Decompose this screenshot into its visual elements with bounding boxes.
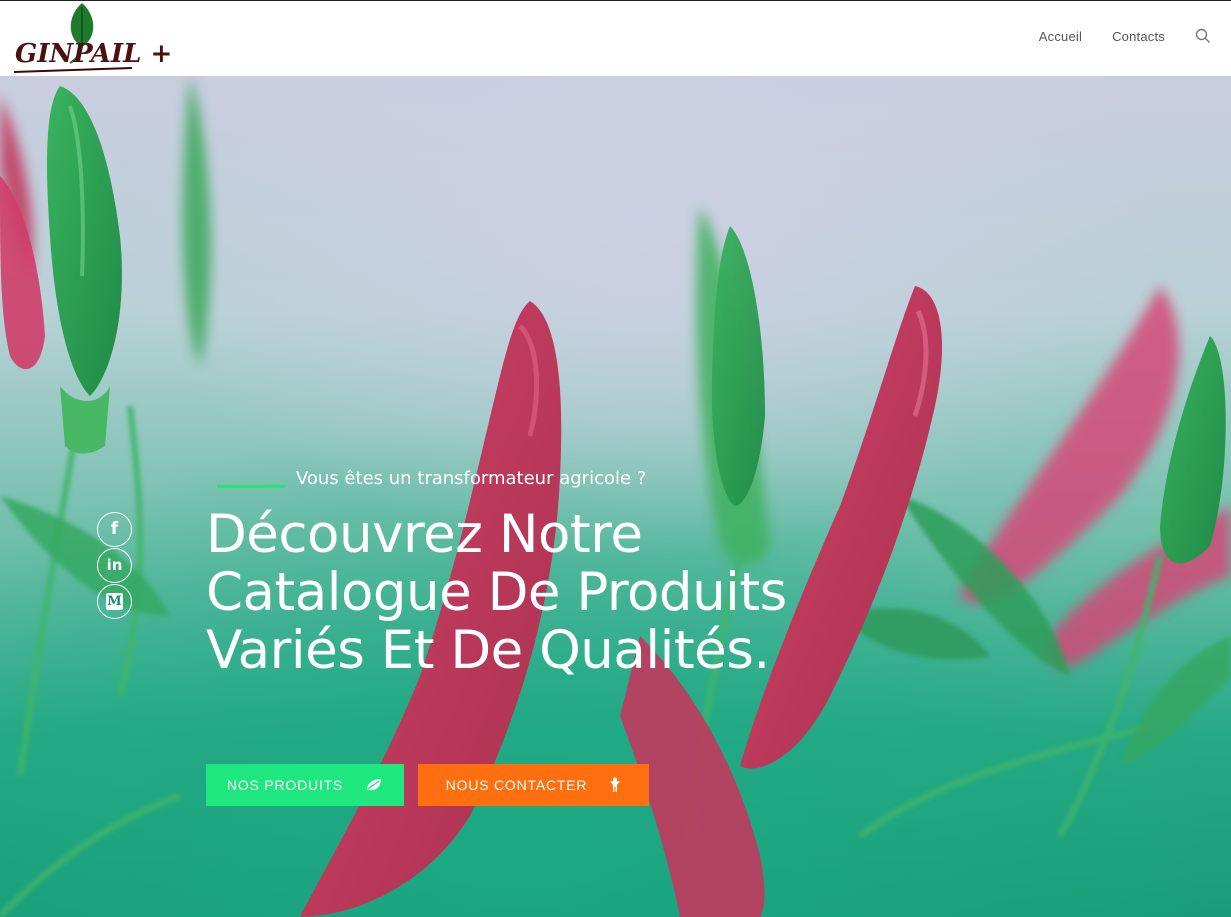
hero-tagline: Vous êtes un transformateur agricole ? — [296, 468, 647, 489]
nous-contacter-button[interactable]: Nous Contacter — [418, 764, 649, 806]
page: GINPAIL + Accueil Contacts f in M Vous ê… — [0, 0, 1231, 917]
logo-text: GINPAIL + — [15, 39, 173, 69]
facebook-link[interactable]: f — [97, 512, 132, 547]
nos-produits-label: Nos Produits — [226, 777, 344, 793]
main-nav: Accueil Contacts — [1009, 28, 1211, 44]
nav-contacts[interactable]: Contacts — [1112, 29, 1165, 44]
hero-section: f in M Vous êtes un transformateur agric… — [0, 76, 1231, 917]
leaf-icon — [365, 778, 383, 792]
medium-icon: M — [106, 593, 123, 610]
medium-link[interactable]: M — [97, 584, 132, 619]
linkedin-icon: in — [106, 556, 123, 574]
headline-line-3: Variés Et De Qualités. — [206, 620, 770, 681]
nos-produits-button[interactable]: Nos Produits — [206, 764, 404, 806]
nous-contacter-label: Nous Contacter — [445, 777, 588, 793]
nav-accueil[interactable]: Accueil — [1039, 29, 1082, 44]
search-icon[interactable] — [1195, 28, 1211, 44]
headline-line-2: Catalogue De Produits — [206, 562, 787, 623]
site-header: GINPAIL + Accueil Contacts — [0, 0, 1231, 76]
person-icon — [609, 777, 621, 793]
site-logo[interactable]: GINPAIL + — [10, 1, 172, 77]
headline-line-1: Découvrez Notre — [206, 504, 643, 565]
social-links: f in M — [97, 512, 132, 620]
linkedin-link[interactable]: in — [97, 548, 132, 583]
tagline-accent-line — [217, 485, 285, 488]
facebook-icon: f — [110, 519, 119, 539]
hero-headline: Découvrez Notre Catalogue De Produits Va… — [206, 506, 966, 680]
